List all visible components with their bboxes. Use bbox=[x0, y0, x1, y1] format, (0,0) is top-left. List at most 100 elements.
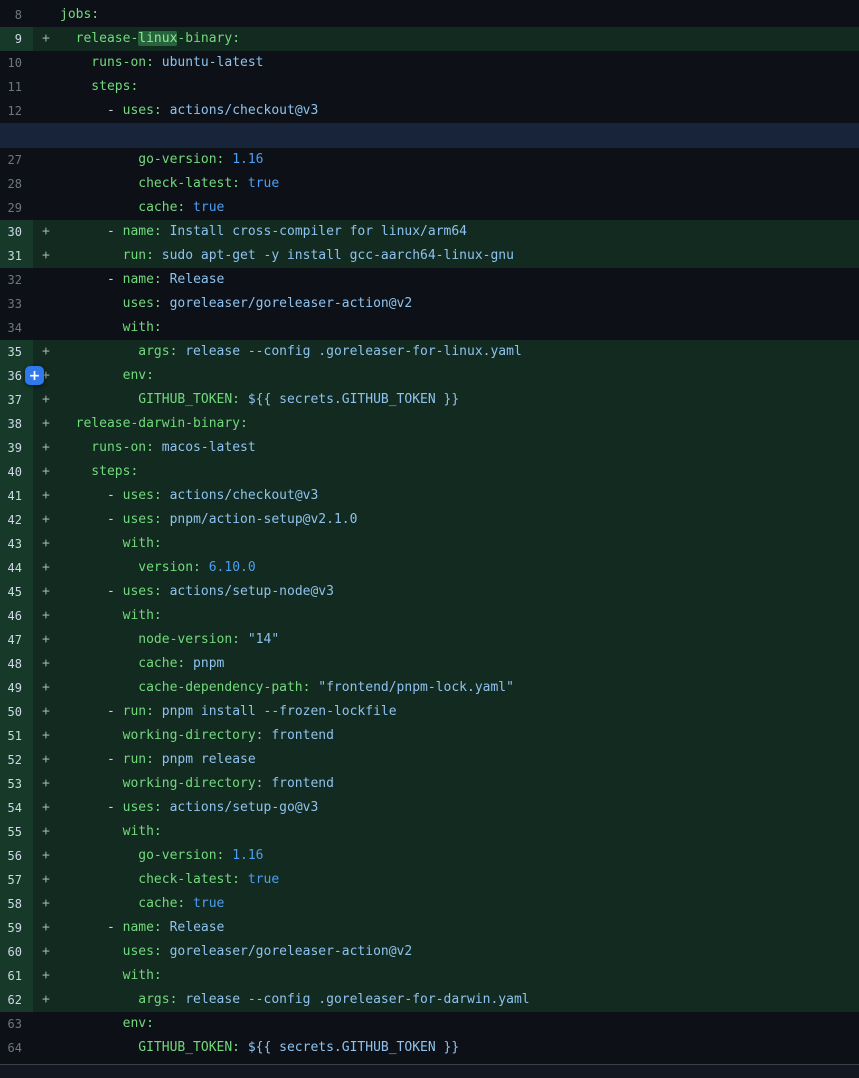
line-number[interactable]: 47 bbox=[0, 628, 33, 652]
code-line: node-version: "14" bbox=[60, 628, 279, 652]
diff-line: 43+ with: bbox=[0, 532, 859, 556]
line-number[interactable]: 12 bbox=[0, 99, 33, 123]
diff-marker: + bbox=[33, 964, 60, 988]
code-line: steps: bbox=[60, 460, 138, 484]
diff-marker: + bbox=[33, 772, 60, 796]
code-line: release-darwin-binary: bbox=[60, 412, 248, 436]
code-line: - uses: actions/setup-node@v3 bbox=[60, 580, 334, 604]
line-number[interactable]: 8 bbox=[0, 3, 33, 27]
line-number[interactable]: 31 bbox=[0, 244, 33, 268]
diff-line: 51+ working-directory: frontend bbox=[0, 724, 859, 748]
line-number[interactable]: 10 bbox=[0, 51, 33, 75]
line-number[interactable]: 49 bbox=[0, 676, 33, 700]
line-number[interactable]: 29 bbox=[0, 196, 33, 220]
code-line: - name: Release bbox=[60, 268, 224, 292]
line-number[interactable]: 61 bbox=[0, 964, 33, 988]
line-number[interactable]: 32 bbox=[0, 268, 33, 292]
diff-marker bbox=[33, 148, 60, 172]
diff-marker bbox=[33, 75, 60, 99]
line-number[interactable]: 54 bbox=[0, 796, 33, 820]
line-number[interactable]: 28 bbox=[0, 172, 33, 196]
add-comment-button[interactable]: + bbox=[25, 366, 44, 385]
line-number[interactable]: 34 bbox=[0, 316, 33, 340]
line-number[interactable]: 51 bbox=[0, 724, 33, 748]
diff-line: 56+ go-version: 1.16 bbox=[0, 844, 859, 868]
code-line: uses: goreleaser/goreleaser-action@v2 bbox=[60, 292, 412, 316]
diff-line: 28 check-latest: true bbox=[0, 172, 859, 196]
diff-line: 29 cache: true bbox=[0, 196, 859, 220]
diff-line: 39+ runs-on: macos-latest bbox=[0, 436, 859, 460]
diff-marker bbox=[33, 99, 60, 123]
code-line: cache: true bbox=[60, 196, 224, 220]
line-number[interactable]: 52 bbox=[0, 748, 33, 772]
line-number[interactable]: 30 bbox=[0, 220, 33, 244]
diff-line: 42+ - uses: pnpm/action-setup@v2.1.0 bbox=[0, 508, 859, 532]
diff-marker: + bbox=[33, 436, 60, 460]
line-number[interactable]: 46 bbox=[0, 604, 33, 628]
line-number[interactable]: 62 bbox=[0, 988, 33, 1012]
line-number[interactable]: 55 bbox=[0, 820, 33, 844]
line-number[interactable]: 48 bbox=[0, 652, 33, 676]
diff-marker bbox=[33, 51, 60, 75]
code-line: jobs: bbox=[60, 3, 99, 27]
code-line: version: 6.10.0 bbox=[60, 556, 256, 580]
line-number[interactable]: 39 bbox=[0, 436, 33, 460]
diff-marker: + bbox=[33, 652, 60, 676]
diff-line: 37+ GITHUB_TOKEN: ${{ secrets.GITHUB_TOK… bbox=[0, 388, 859, 412]
line-number[interactable]: 59 bbox=[0, 916, 33, 940]
line-number[interactable]: 44 bbox=[0, 556, 33, 580]
diff-marker: + bbox=[33, 412, 60, 436]
next-panel-edge bbox=[0, 1065, 859, 1078]
diff-line: 33 uses: goreleaser/goreleaser-action@v2 bbox=[0, 292, 859, 316]
line-number[interactable]: 38 bbox=[0, 412, 33, 436]
diff-line: 27 go-version: 1.16 bbox=[0, 148, 859, 172]
diff-line: 49+ cache-dependency-path: "frontend/pnp… bbox=[0, 676, 859, 700]
diff-line: 48+ cache: pnpm bbox=[0, 652, 859, 676]
line-number[interactable]: 57 bbox=[0, 868, 33, 892]
diff-line: 58+ cache: true bbox=[0, 892, 859, 916]
diff-marker: + bbox=[33, 340, 60, 364]
code-line: args: release --config .goreleaser-for-d… bbox=[60, 988, 530, 1012]
diff-marker: + bbox=[33, 868, 60, 892]
diff-marker: + bbox=[33, 892, 60, 916]
diff-line: 41+ - uses: actions/checkout@v3 bbox=[0, 484, 859, 508]
line-number[interactable]: 35 bbox=[0, 340, 33, 364]
line-number[interactable]: 40 bbox=[0, 460, 33, 484]
diff-marker: + bbox=[33, 556, 60, 580]
line-number[interactable]: 45 bbox=[0, 580, 33, 604]
diff-line: 10 runs-on: ubuntu-latest bbox=[0, 51, 859, 75]
line-number[interactable]: 56 bbox=[0, 844, 33, 868]
line-number[interactable]: 33 bbox=[0, 292, 33, 316]
diff-view: 8jobs:9+ release-linux-binary:10 runs-on… bbox=[0, 0, 859, 1078]
code-line: - run: pnpm release bbox=[60, 748, 256, 772]
diff-marker: + bbox=[33, 796, 60, 820]
line-number[interactable]: 41 bbox=[0, 484, 33, 508]
line-number[interactable]: 50 bbox=[0, 700, 33, 724]
line-number[interactable]: 53 bbox=[0, 772, 33, 796]
line-number[interactable]: 27 bbox=[0, 148, 33, 172]
diff-marker: + bbox=[33, 988, 60, 1012]
line-number[interactable]: 11 bbox=[0, 75, 33, 99]
line-number[interactable]: 58 bbox=[0, 892, 33, 916]
diff-line: 54+ - uses: actions/setup-go@v3 bbox=[0, 796, 859, 820]
line-number[interactable]: 42 bbox=[0, 508, 33, 532]
line-number[interactable]: 60 bbox=[0, 940, 33, 964]
code-line: with: bbox=[60, 964, 162, 988]
line-number[interactable]: 9 bbox=[0, 27, 33, 51]
diff-line: 46+ with: bbox=[0, 604, 859, 628]
line-number[interactable]: 64 bbox=[0, 1036, 33, 1060]
diff-line: 11 steps: bbox=[0, 75, 859, 99]
diff-marker bbox=[33, 292, 60, 316]
code-line: steps: bbox=[60, 75, 138, 99]
diff-marker bbox=[33, 3, 60, 27]
diff-marker: + bbox=[33, 844, 60, 868]
diff-marker: + bbox=[33, 532, 60, 556]
line-number[interactable]: 43 bbox=[0, 532, 33, 556]
code-line: GITHUB_TOKEN: ${{ secrets.GITHUB_TOKEN }… bbox=[60, 388, 459, 412]
line-number[interactable]: 63 bbox=[0, 1012, 33, 1036]
diff-line: 36+ env:+ bbox=[0, 364, 859, 388]
diff-marker: + bbox=[33, 604, 60, 628]
diff-expander-row[interactable] bbox=[0, 123, 859, 148]
diff-line: 8 jobs: bbox=[0, 3, 859, 27]
line-number[interactable]: 37 bbox=[0, 388, 33, 412]
